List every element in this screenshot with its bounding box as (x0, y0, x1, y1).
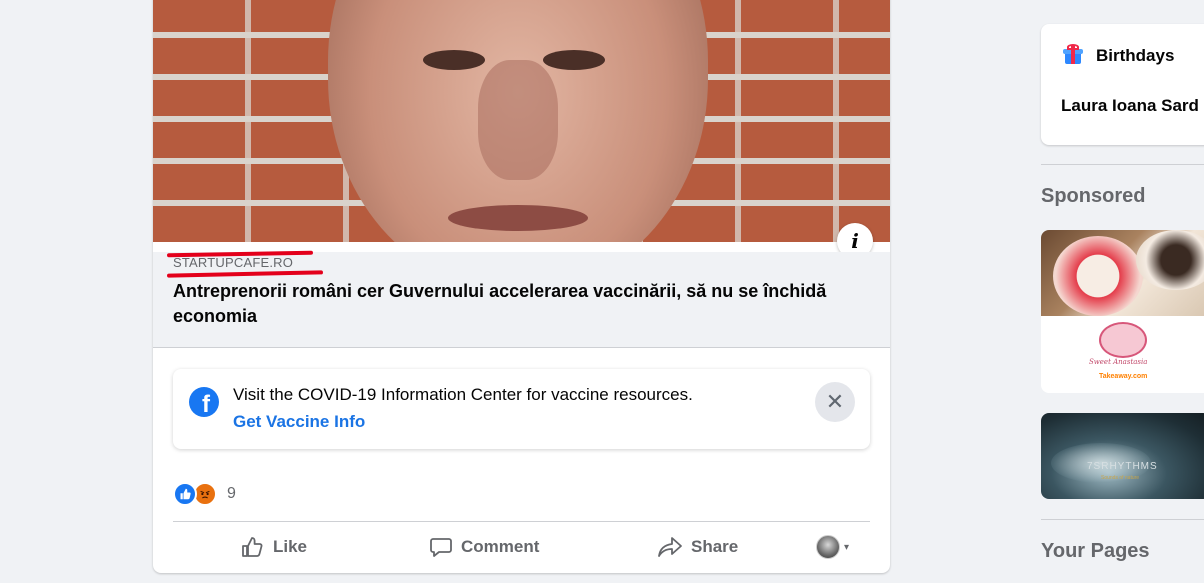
comment-bubble-icon (430, 538, 452, 557)
comment-label: Comment (461, 537, 540, 556)
portrait-nose (478, 60, 558, 180)
takeaway-logo: Takeaway.com (1099, 373, 1148, 380)
portrait-eye-left (423, 50, 485, 70)
share-arrow-icon (658, 537, 682, 557)
link-preview-image[interactable] (153, 0, 890, 242)
ad-brand-name: 7SRHYTHMS (1087, 461, 1158, 472)
share-label: Share (691, 537, 739, 556)
birthdays-card[interactable]: Birthdays Laura Ioana Sard (1041, 24, 1204, 145)
ad-brand-name: Sweet Anastasia (1089, 358, 1148, 366)
thumbs-up-icon (242, 537, 263, 557)
sponsored-ad-bakery[interactable]: Sweet Anastasia Takeaway.com (1041, 230, 1204, 393)
birthday-person-name[interactable]: Laura Ioana Sard (1061, 96, 1199, 116)
actions-divider (173, 521, 870, 522)
post-actions-bar: Like Comment Share ▾ (173, 527, 870, 567)
get-vaccine-info-link[interactable]: Get Vaccine Info (233, 412, 365, 432)
sponsored-ad-rhythms[interactable]: 7SRHYTHMS Sounds of nature (1041, 413, 1204, 499)
your-pages-heading: Your Pages (1041, 540, 1150, 562)
right-column-divider (1041, 164, 1204, 165)
gift-icon (1063, 44, 1083, 64)
ad-product-photo (1041, 230, 1204, 316)
share-as-selector[interactable]: ▾ (816, 535, 849, 559)
comment-button[interactable]: Comment (429, 527, 539, 567)
cupcake-logo-icon (1099, 322, 1147, 358)
sponsored-heading: Sponsored (1041, 185, 1146, 207)
like-reaction-icon (173, 482, 197, 506)
avatar (816, 535, 840, 559)
portrait-mouth (448, 205, 588, 231)
link-domain: STARTUPCAFE.RO (173, 255, 294, 270)
link-title[interactable]: Antreprenorii români cer Guvernului acce… (173, 279, 863, 329)
like-button[interactable]: Like (241, 527, 307, 567)
birthdays-title: Birthdays (1096, 46, 1175, 65)
donut-image (1053, 236, 1143, 316)
link-preview-meta[interactable]: STARTUPCAFE.RO Antreprenorii români cer … (153, 250, 890, 348)
annotation-underline-bottom (166, 270, 324, 278)
close-icon[interactable]: ✕ (815, 382, 855, 422)
portrait-face (328, 0, 708, 242)
reactions-summary[interactable]: 9 (173, 482, 236, 506)
portrait-eye-right (543, 50, 605, 70)
share-button[interactable]: Share (657, 527, 738, 567)
facebook-logo-icon: f (189, 387, 219, 417)
donut-image (1136, 230, 1204, 290)
covid-banner-text: Visit the COVID-19 Information Center fo… (233, 385, 693, 404)
like-label: Like (273, 537, 308, 556)
ad-tagline: Sounds of nature (1101, 475, 1140, 481)
reaction-count: 9 (227, 485, 236, 502)
covid-info-banner: f Visit the COVID-19 Information Center … (173, 369, 870, 449)
chevron-down-icon: ▾ (844, 541, 850, 553)
feed-post: i STARTUPCAFE.RO Antreprenorii români ce… (153, 0, 890, 573)
right-column-divider (1041, 519, 1204, 520)
